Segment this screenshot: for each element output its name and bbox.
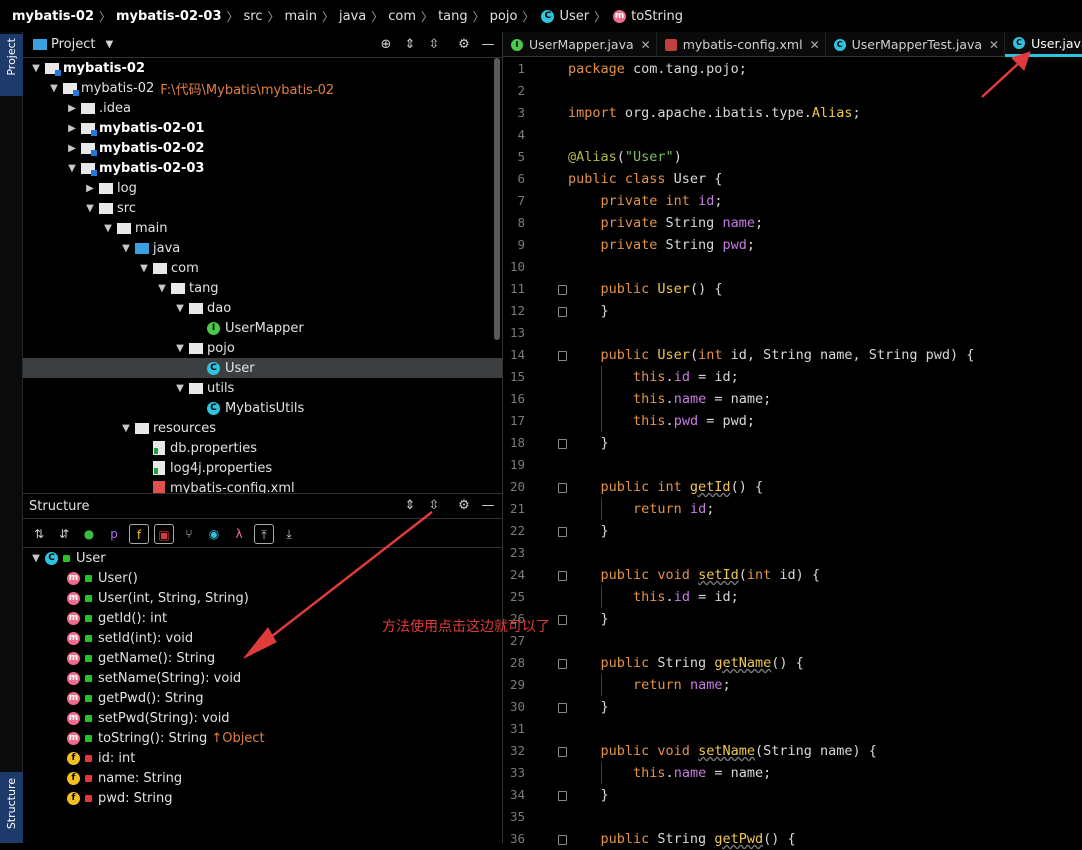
arrow-to-structure: [243, 511, 433, 659]
arrow-to-user-tab: [981, 51, 1031, 98]
annotation-arrows: [243, 51, 1031, 659]
